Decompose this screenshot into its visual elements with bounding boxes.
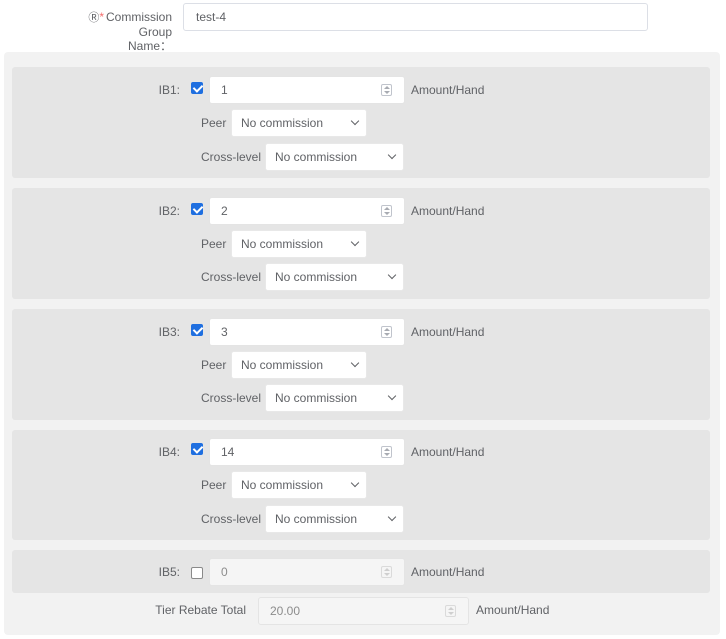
total-value: 20.00 [270,604,301,618]
cross-level-select-value: No commission [275,270,358,284]
chevron-down-icon [350,116,360,126]
cross-level-select-ib1[interactable]: No commission [265,143,404,171]
stepper-icon [381,566,392,578]
tier-amount-input-ib4[interactable]: 14 [209,438,405,466]
tier-checkbox-ib2[interactable] [191,203,203,215]
chevron-down-icon [350,358,360,368]
peer-label: Peer [201,358,227,372]
unit-label: Amount/Hand [411,565,485,579]
tier-label: IB1: [158,83,180,97]
peer-select-value: No commission [241,478,324,492]
peer-label: Peer [201,237,227,251]
stepper-icon[interactable] [381,446,392,458]
unit-label: Amount/Hand [411,204,485,218]
tier-label: IB4: [158,445,180,459]
cross-level-label: Cross-level [201,512,262,526]
tier-amount-input-ib5[interactable]: 0 [209,558,405,586]
cross-level-select-ib2[interactable]: No commission [265,263,404,291]
stepper-icon[interactable] [381,326,392,338]
tier-rebate-total-label: Tier Rebate Total [155,603,246,617]
stepper-icon[interactable] [381,205,392,217]
tier-label: IB2: [158,204,180,218]
chevron-down-icon [350,478,360,488]
cross-level-label: Cross-level [201,391,262,405]
tier-label: IB3: [158,325,180,339]
commission-group-name-label: Ⓡ* Commission Group Name： [70,10,172,53]
amount-value: 1 [221,83,228,97]
amount-value: 0 [221,565,228,579]
label-line-2: Name： [127,39,172,53]
tier-amount-input-ib3[interactable]: 3 [209,318,405,346]
tier-checkbox-ib1[interactable] [191,82,203,94]
unit-label: Amount/Hand [411,325,485,339]
tier-amount-input-ib2[interactable]: 2 [209,197,405,225]
tier-checkbox-ib5[interactable] [191,567,203,579]
cross-level-select-value: No commission [275,391,358,405]
chevron-down-icon [387,150,397,160]
chevron-down-icon [350,237,360,247]
tier-checkbox-ib4[interactable] [191,443,203,455]
tier-checkbox-ib3[interactable] [191,324,203,336]
commission-group-name-input[interactable]: test-4 [183,3,648,31]
tier-label: IB5: [158,565,180,579]
chevron-down-icon [387,512,397,522]
unit-label: Amount/Hand [411,445,485,459]
amount-value: 2 [221,204,228,218]
cross-level-select-ib3[interactable]: No commission [265,384,404,412]
peer-label: Peer [201,116,227,130]
cross-level-select-value: No commission [275,150,358,164]
chevron-down-icon [387,391,397,401]
unit-label: Amount/Hand [476,603,550,617]
cross-level-label: Cross-level [201,270,262,284]
chevron-down-icon [387,270,397,280]
unit-label: Amount/Hand [411,83,485,97]
question-circle-icon[interactable]: Ⓡ [88,12,99,24]
peer-select-ib4[interactable]: No commission [231,471,367,499]
cross-level-select-ib4[interactable]: No commission [265,505,404,533]
cross-level-label: Cross-level [201,150,262,164]
commission-group-name-row: Ⓡ* Commission Group Name： test-4 [0,0,726,53]
stepper-icon [445,605,456,617]
peer-select-value: No commission [241,237,324,251]
amount-value: 14 [221,445,235,459]
peer-select-ib3[interactable]: No commission [231,351,367,379]
peer-select-value: No commission [241,358,324,372]
peer-label: Peer [201,478,227,492]
required-mark: * [99,10,104,24]
peer-select-ib1[interactable]: No commission [231,109,367,137]
stepper-icon[interactable] [381,84,392,96]
peer-select-ib2[interactable]: No commission [231,230,367,258]
tier-amount-input-ib1[interactable]: 1 [209,76,405,104]
amount-value: 3 [221,325,228,339]
cross-level-select-value: No commission [275,512,358,526]
tier-rebate-total-input: 20.00 [258,597,469,625]
peer-select-value: No commission [241,116,324,130]
label-line-1: Commission Group [105,10,172,39]
